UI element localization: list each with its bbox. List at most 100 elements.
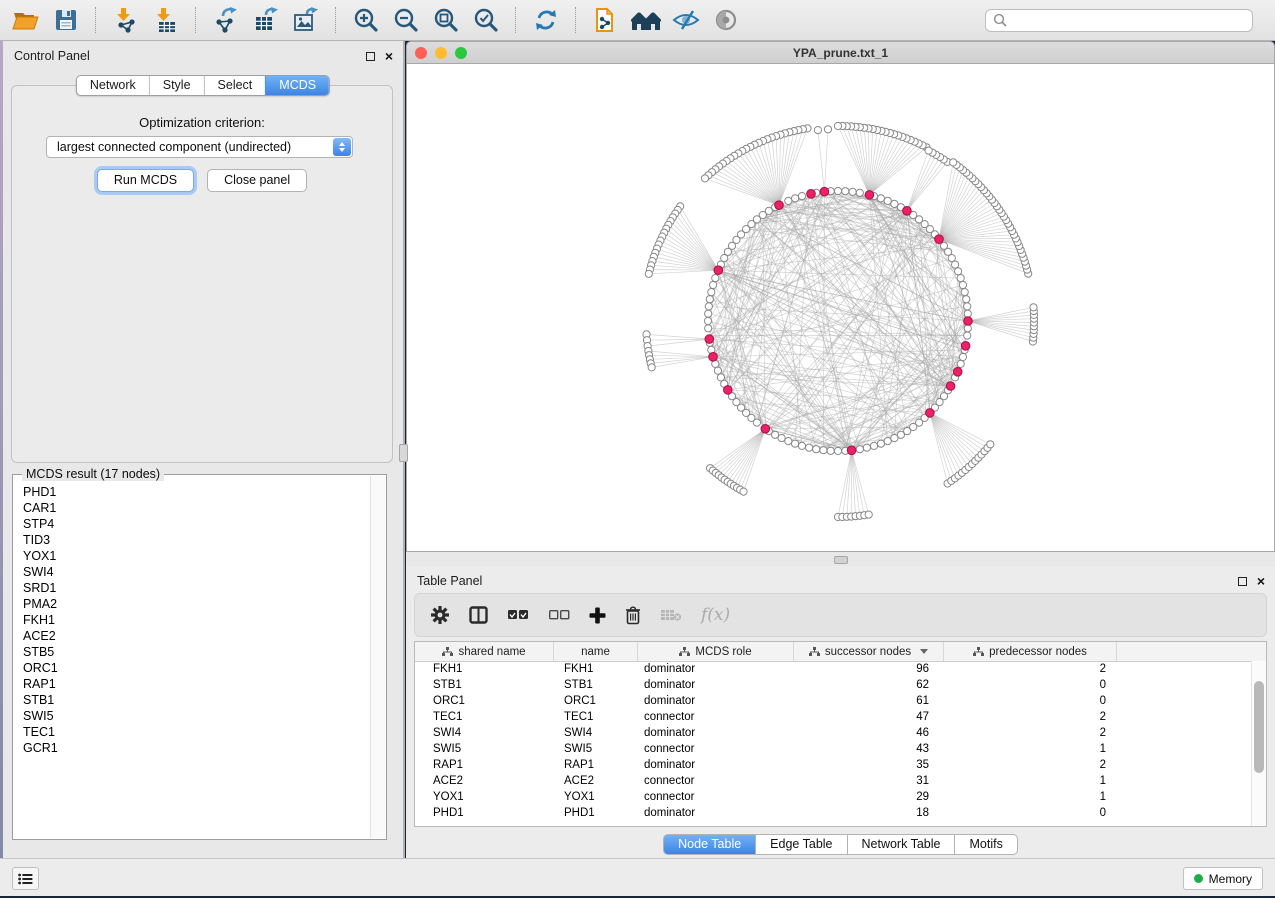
zoom-fit-button[interactable] (428, 4, 464, 36)
vertical-splitter-handle[interactable] (399, 444, 408, 462)
mcds-result-item[interactable]: SWI5 (15, 708, 370, 724)
network-node[interactable] (792, 195, 799, 202)
network-node[interactable] (842, 188, 849, 195)
column-header-successor-nodes[interactable]: successor nodes (794, 642, 944, 661)
task-history-button[interactable] (12, 867, 39, 890)
tab-select[interactable]: Select (204, 76, 266, 95)
table-row[interactable]: SWI4SWI4dominator462 (415, 725, 1252, 741)
network-node[interactable] (753, 419, 760, 426)
network-node[interactable] (785, 197, 792, 204)
column-header-name[interactable]: name (554, 642, 638, 661)
network-node[interactable] (710, 281, 717, 288)
network-node[interactable] (813, 446, 820, 453)
import-network-button[interactable] (108, 4, 144, 36)
network-node[interactable] (870, 442, 877, 449)
network-node[interactable] (806, 444, 813, 451)
mcds-node[interactable] (964, 317, 973, 326)
mcds-result-item[interactable]: CAR1 (15, 500, 370, 516)
network-node[interactable] (877, 195, 884, 202)
tab-node-table[interactable]: Node Table (663, 834, 756, 855)
table-scrollbar-thumb[interactable] (1254, 681, 1264, 773)
memory-button[interactable]: Memory (1183, 867, 1263, 890)
mcds-node[interactable] (903, 207, 912, 216)
network-node[interactable] (863, 444, 870, 451)
table-row[interactable]: STB1STB1dominator620 (415, 677, 1252, 693)
network-node[interactable] (824, 126, 831, 133)
network-node[interactable] (1030, 304, 1037, 311)
tab-edge-table[interactable]: Edge Table (756, 834, 847, 855)
network-node[interactable] (891, 200, 898, 207)
close-panel-button[interactable]: Close panel (207, 169, 307, 192)
network-node[interactable] (740, 488, 747, 495)
save-session-button[interactable] (48, 4, 84, 36)
table-scrollbar[interactable] (1251, 661, 1266, 826)
network-node[interactable] (785, 438, 792, 445)
table-row[interactable]: FKH1FKH1dominator962 (415, 661, 1252, 677)
network-canvas[interactable] (406, 64, 1275, 552)
network-node[interactable] (814, 127, 821, 134)
search-input[interactable] (1011, 12, 1245, 28)
mcds-result-item[interactable]: STB1 (15, 692, 370, 708)
network-node[interactable] (959, 353, 966, 360)
network-node[interactable] (865, 511, 872, 518)
home-button[interactable] (628, 4, 664, 36)
mcds-node[interactable] (807, 190, 816, 199)
mcds-result-item[interactable]: YOX1 (15, 548, 370, 564)
mcds-node[interactable] (705, 335, 714, 344)
deselect-all-button[interactable] (548, 608, 570, 622)
mcds-node[interactable] (865, 191, 874, 200)
network-node[interactable] (925, 147, 932, 154)
mcds-result-item[interactable]: STP4 (15, 516, 370, 532)
mcds-node[interactable] (953, 368, 962, 377)
open-session-button[interactable] (8, 4, 44, 36)
show-columns-button[interactable] (469, 606, 488, 624)
table-row[interactable]: ORC1ORC1dominator610 (415, 693, 1252, 709)
network-node[interactable] (964, 332, 971, 339)
network-node[interactable] (834, 187, 841, 194)
network-node[interactable] (877, 440, 884, 447)
mcds-result-item[interactable]: PMA2 (15, 596, 370, 612)
network-node[interactable] (834, 122, 841, 129)
network-node[interactable] (705, 310, 712, 317)
hide-details-eye-button[interactable] (668, 4, 704, 36)
network-node[interactable] (961, 289, 968, 296)
network-node[interactable] (959, 281, 966, 288)
network-node[interactable] (705, 325, 712, 332)
mcds-node[interactable] (724, 386, 733, 395)
mcds-result-item[interactable]: TEC1 (15, 724, 370, 740)
show-details-eye-button[interactable] (708, 4, 744, 36)
network-node[interactable] (987, 441, 994, 448)
zoom-selected-button[interactable] (468, 4, 504, 36)
network-node[interactable] (708, 289, 715, 296)
table-row[interactable]: YOX1YOX1connector291 (415, 789, 1252, 805)
network-node[interactable] (856, 446, 863, 453)
mcds-result-item[interactable]: PHD1 (15, 484, 370, 500)
network-node[interactable] (645, 270, 652, 277)
close-panel-icon[interactable]: × (385, 49, 393, 63)
refresh-view-button[interactable] (528, 4, 564, 36)
float-panel-icon[interactable] (366, 52, 375, 61)
close-panel-icon[interactable]: × (1257, 574, 1265, 588)
table-settings-button[interactable] (430, 605, 450, 625)
mcds-result-item[interactable]: RAP1 (15, 676, 370, 692)
network-node[interactable] (834, 447, 841, 454)
mcds-node[interactable] (820, 187, 829, 196)
mcds-node[interactable] (761, 425, 770, 434)
network-node[interactable] (705, 303, 712, 310)
mcds-node[interactable] (847, 446, 856, 455)
column-header-mcds-role[interactable]: MCDS role (638, 642, 794, 661)
mcds-node[interactable] (775, 201, 784, 210)
tab-motifs[interactable]: Motifs (955, 834, 1017, 855)
tab-network-table[interactable]: Network Table (848, 834, 956, 855)
column-header-shared-name[interactable]: shared name (415, 642, 554, 661)
table-row[interactable]: PHD1PHD1dominator180 (415, 805, 1252, 821)
tab-mcds[interactable]: MCDS (265, 76, 329, 95)
mcds-result-item[interactable]: FKH1 (15, 612, 370, 628)
mcds-result-item[interactable]: TID3 (15, 532, 370, 548)
mcds-node[interactable] (709, 353, 718, 362)
zoom-out-button[interactable] (388, 4, 424, 36)
network-node[interactable] (712, 275, 719, 282)
network-node[interactable] (798, 193, 805, 200)
network-node[interactable] (957, 360, 964, 367)
select-all-button[interactable] (507, 608, 529, 622)
